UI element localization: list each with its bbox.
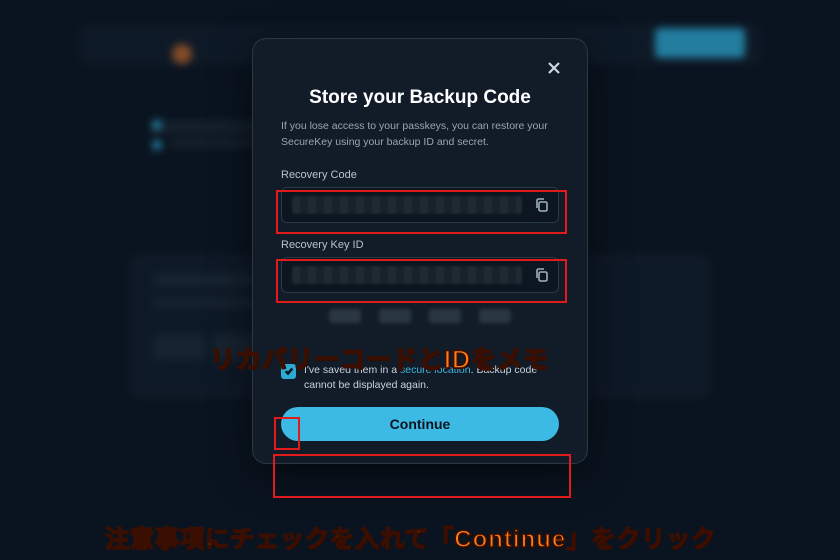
annotation-text: 注意事項にチェックを入れて「Continue」をクリック bbox=[105, 519, 716, 554]
recovery-key-id-label: Recovery Key ID bbox=[281, 239, 559, 251]
modal-description: If you lose access to your passkeys, you… bbox=[281, 119, 559, 151]
recovery-key-id-field: Recovery Key ID bbox=[281, 239, 559, 293]
backup-code-modal: Store your Backup Code If you lose acces… bbox=[252, 38, 588, 464]
recovery-code-label: Recovery Code bbox=[281, 169, 559, 181]
copy-icon[interactable] bbox=[534, 267, 550, 283]
redacted-code bbox=[292, 196, 522, 214]
modal-title: Store your Backup Code bbox=[281, 87, 559, 109]
recovery-code-value bbox=[281, 187, 559, 223]
separator-dots bbox=[281, 309, 559, 323]
redacted-key-id bbox=[292, 266, 522, 284]
annotation-text: リカバリーコードとIDをメモ bbox=[210, 340, 549, 376]
continue-button[interactable]: Continue bbox=[281, 407, 559, 441]
copy-icon[interactable] bbox=[534, 197, 550, 213]
recovery-key-id-value bbox=[281, 257, 559, 293]
close-icon[interactable] bbox=[541, 55, 567, 81]
recovery-code-field: Recovery Code bbox=[281, 169, 559, 223]
